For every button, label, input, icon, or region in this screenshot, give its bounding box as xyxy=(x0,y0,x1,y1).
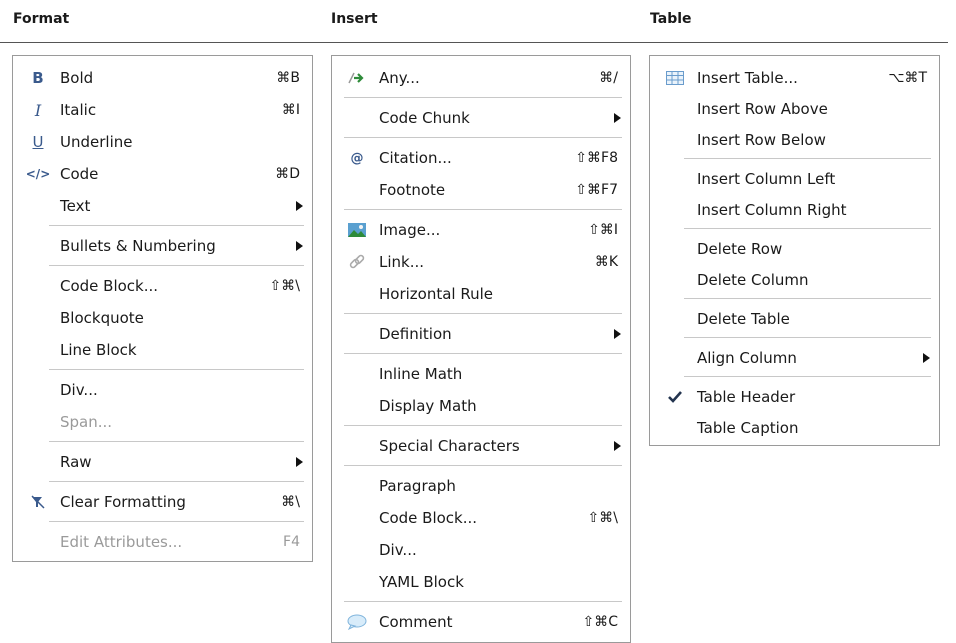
menu-item-align-column[interactable]: Align Column xyxy=(650,342,939,373)
insert-header: Insert xyxy=(331,11,378,27)
menu-separator xyxy=(344,465,622,466)
menu-item-link[interactable]: Link... ⌘K xyxy=(332,246,630,278)
menu-item-display-math[interactable]: Display Math xyxy=(332,390,630,422)
menu-item-italic[interactable]: I Italic ⌘I xyxy=(13,94,312,126)
menu-item-image[interactable]: Image... ⇧⌘I xyxy=(332,214,630,246)
at-icon: @ xyxy=(350,150,364,166)
menu-separator xyxy=(344,425,622,426)
submenu-arrow-icon xyxy=(296,241,303,251)
submenu-arrow-icon xyxy=(296,201,303,211)
menu-item-insert-column-right[interactable]: Insert Column Right xyxy=(650,194,939,225)
menu-separator xyxy=(684,337,931,338)
menu-item-any[interactable]: Any... ⌘/ xyxy=(332,62,630,94)
format-menu: B Bold ⌘B I Italic ⌘I U Underline </> Co… xyxy=(12,55,313,562)
menu-separator xyxy=(684,158,931,159)
menu-separator xyxy=(49,369,304,370)
menu-item-div[interactable]: Div... xyxy=(13,374,312,406)
menu-item-code-block[interactable]: Code Block... ⇧⌘\ xyxy=(13,270,312,302)
menu-separator xyxy=(49,481,304,482)
menu-separator xyxy=(49,265,304,266)
menu-item-blockquote[interactable]: Blockquote xyxy=(13,302,312,334)
menu-item-insert-row-below[interactable]: Insert Row Below xyxy=(650,124,939,155)
menu-item-citation[interactable]: @ Citation... ⇧⌘F8 xyxy=(332,142,630,174)
submenu-arrow-icon xyxy=(614,113,621,123)
submenu-arrow-icon xyxy=(614,329,621,339)
menu-separator xyxy=(684,298,931,299)
menu-item-div[interactable]: Div... xyxy=(332,534,630,566)
menu-item-special-characters[interactable]: Special Characters xyxy=(332,430,630,462)
insert-menu: Any... ⌘/ Code Chunk @ Citation... ⇧⌘F8 … xyxy=(331,55,631,643)
menu-item-horizontal-rule[interactable]: Horizontal Rule xyxy=(332,278,630,310)
table-header: Table xyxy=(650,11,692,27)
menu-item-line-block[interactable]: Line Block xyxy=(13,334,312,366)
menu-separator xyxy=(49,441,304,442)
menu-item-paragraph[interactable]: Paragraph xyxy=(332,470,630,502)
menu-item-code-chunk[interactable]: Code Chunk xyxy=(332,102,630,134)
menu-item-text[interactable]: Text xyxy=(13,190,312,222)
menu-separator xyxy=(344,313,622,314)
menu-item-footnote[interactable]: Footnote ⇧⌘F7 xyxy=(332,174,630,206)
menu-item-bullets-numbering[interactable]: Bullets & Numbering xyxy=(13,230,312,262)
checkmark-icon xyxy=(664,387,686,407)
submenu-arrow-icon xyxy=(923,352,930,363)
menu-item-code[interactable]: </> Code ⌘D xyxy=(13,158,312,190)
menu-separator xyxy=(684,376,931,377)
menu-item-delete-table[interactable]: Delete Table xyxy=(650,303,939,334)
menu-separator xyxy=(684,228,931,229)
link-icon xyxy=(346,252,368,272)
menu-item-inline-math[interactable]: Inline Math xyxy=(332,358,630,390)
underline-icon: U xyxy=(32,133,44,151)
menu-separator xyxy=(49,225,304,226)
menu-item-definition[interactable]: Definition xyxy=(332,318,630,350)
menu-item-insert-column-left[interactable]: Insert Column Left xyxy=(650,163,939,194)
image-icon xyxy=(346,220,368,240)
clear-formatting-icon xyxy=(27,492,49,512)
format-header: Format xyxy=(13,11,70,27)
italic-icon: I xyxy=(34,100,42,120)
menu-separator xyxy=(344,353,622,354)
submenu-arrow-icon xyxy=(296,457,303,467)
menu-item-insert-row-above[interactable]: Insert Row Above xyxy=(650,93,939,124)
menu-separator xyxy=(344,97,622,98)
menu-separator xyxy=(344,137,622,138)
menu-item-raw[interactable]: Raw xyxy=(13,446,312,478)
menu-item-bold[interactable]: B Bold ⌘B xyxy=(13,62,312,94)
menu-item-clear-formatting[interactable]: Clear Formatting ⌘\ xyxy=(13,486,312,518)
menu-item-table-header[interactable]: Table Header xyxy=(650,381,939,412)
menu-item-insert-table[interactable]: Insert Table... ⌥⌘T xyxy=(650,62,939,93)
menu-separator xyxy=(49,521,304,522)
table-menu: Insert Table... ⌥⌘T Insert Row Above Ins… xyxy=(649,55,940,446)
comment-icon xyxy=(346,612,368,632)
menu-item-edit-attributes: Edit Attributes... F4 xyxy=(60,533,300,551)
menu-item-delete-row[interactable]: Delete Row xyxy=(650,233,939,264)
menu-item-span: Span... xyxy=(60,413,113,431)
menu-item-yaml-block[interactable]: YAML Block xyxy=(332,566,630,598)
table-icon xyxy=(664,68,686,88)
any-icon xyxy=(346,68,368,88)
menu-item-code-block[interactable]: Code Block... ⇧⌘\ xyxy=(332,502,630,534)
menu-item-underline[interactable]: U Underline xyxy=(13,126,312,158)
menu-item-table-caption[interactable]: Table Caption xyxy=(650,412,939,443)
bold-icon: B xyxy=(32,69,44,87)
menu-separator xyxy=(344,601,622,602)
header-divider xyxy=(0,42,948,43)
menu-item-delete-column[interactable]: Delete Column xyxy=(650,264,939,295)
code-icon: </> xyxy=(25,167,51,181)
menu-separator xyxy=(344,209,622,210)
submenu-arrow-icon xyxy=(614,441,621,451)
menu-item-comment[interactable]: Comment ⇧⌘C xyxy=(332,606,630,638)
